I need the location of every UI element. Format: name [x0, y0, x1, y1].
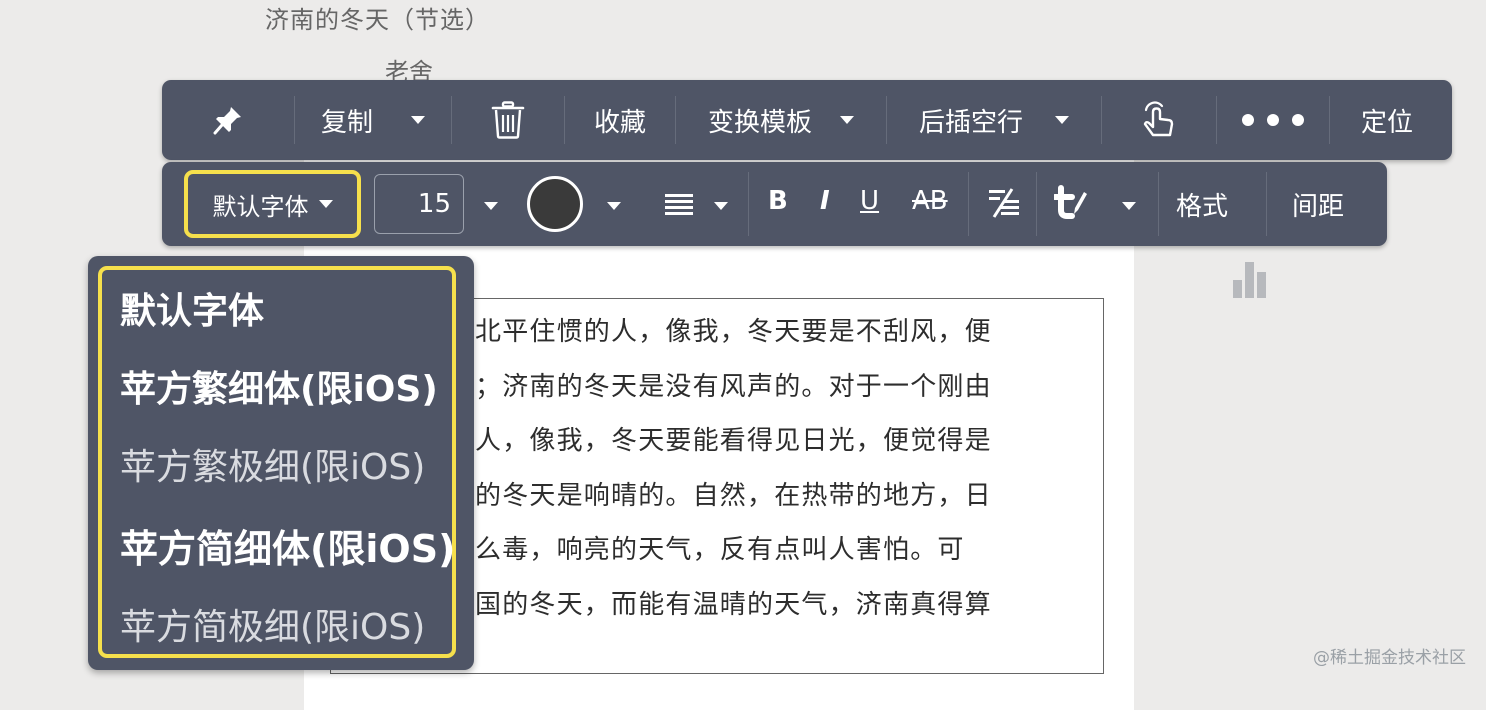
more-button[interactable]: [1217, 80, 1329, 160]
more-dots-icon: [1242, 114, 1304, 126]
template-label: 变换模板: [707, 107, 812, 138]
context-toolbar-primary: 复制 收藏 变换模板 后插空行 定位: [162, 80, 1452, 160]
delete-button[interactable]: [452, 80, 564, 160]
toolbar-divider: [968, 172, 969, 236]
font-option-pingfang-sc-ultralight[interactable]: 苹方简极细(限iOS): [120, 598, 425, 650]
alignment-dropdown-icon[interactable]: [714, 202, 728, 210]
chevron-down-icon: [840, 116, 854, 124]
text-highlight-icon[interactable]: [1054, 184, 1092, 222]
document-title: 济南的冬天（节选）: [265, 6, 490, 34]
font-option-default[interactable]: 默认字体: [120, 282, 264, 334]
touch-hand-icon: [1143, 101, 1174, 137]
touch-mode-button[interactable]: [1102, 80, 1216, 160]
bold-button[interactable]: B: [768, 186, 788, 216]
italic-button[interactable]: I: [820, 186, 830, 216]
underline-button[interactable]: U: [860, 186, 879, 216]
toolbar-divider: [1036, 172, 1037, 236]
text-style-dropdown-icon[interactable]: [1122, 202, 1136, 210]
locate-button[interactable]: 定位: [1330, 80, 1444, 160]
align-justify-icon[interactable]: [664, 193, 694, 217]
font-family-label: 默认字体: [212, 192, 309, 221]
strikethrough-button[interactable]: AB: [912, 186, 948, 216]
favorite-button[interactable]: 收藏: [565, 80, 675, 160]
toolbar-divider: [1158, 172, 1159, 236]
insert-blank-label: 后插空行: [918, 107, 1023, 138]
chevron-down-icon: [1055, 116, 1069, 124]
copy-button[interactable]: 复制: [295, 80, 451, 160]
text-color-swatch[interactable]: [527, 176, 583, 232]
pin-icon: [213, 107, 241, 135]
clear-format-icon[interactable]: [988, 188, 1020, 218]
chevron-down-icon: [318, 200, 333, 208]
font-size-input[interactable]: 15: [374, 174, 464, 234]
font-family-select[interactable]: 默认字体: [184, 170, 361, 238]
font-option-pingfang-tc-ultralight[interactable]: 苹方繁极细(限iOS): [120, 438, 425, 490]
watermark: @稀土掘金技术社区: [1313, 648, 1466, 668]
toolbar-divider: [748, 172, 749, 236]
toolbar-divider: [1266, 172, 1267, 236]
format-button[interactable]: 格式: [1176, 186, 1228, 223]
copy-label: 复制: [320, 107, 373, 138]
text-color-dropdown-icon[interactable]: [607, 202, 621, 210]
font-size-dropdown-icon[interactable]: [484, 202, 498, 210]
pin-button[interactable]: [162, 80, 294, 160]
insert-blank-line-button[interactable]: 后插空行: [887, 80, 1101, 160]
bar-chart-icon[interactable]: [1232, 260, 1274, 300]
trash-icon: [491, 101, 525, 139]
change-template-button[interactable]: 变换模板: [676, 80, 886, 160]
chevron-down-icon: [411, 116, 425, 124]
font-option-pingfang-sc-light[interactable]: 苹方简细体(限iOS): [120, 518, 455, 573]
font-option-pingfang-tc-light[interactable]: 苹方繁细体(限iOS): [120, 360, 438, 412]
spacing-button[interactable]: 间距: [1292, 186, 1344, 223]
